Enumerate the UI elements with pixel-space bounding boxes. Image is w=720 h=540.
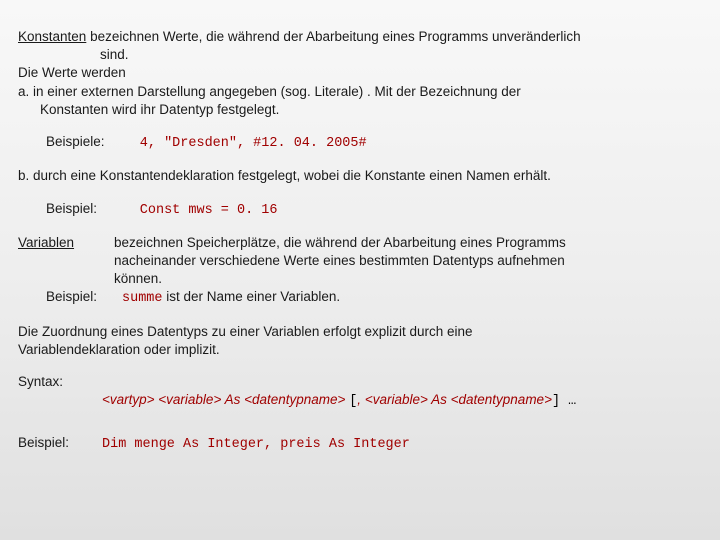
beispiel1-row: Beispiel: Const mws = 0. 16 <box>18 200 702 220</box>
beispiele-code: 4, "Dresden", #12. 04. 2005# <box>132 136 367 151</box>
variablen-desc1: bezeichnen Speicherplätze, die während d… <box>114 234 702 252</box>
syntax-comma: , <box>357 392 365 407</box>
beispiele-row: Beispiele: 4, "Dresden", #12. 04. 2005# <box>18 133 702 153</box>
konstanten-line1: Konstanten bezeichnen Werte, die während… <box>18 28 702 46</box>
variablen-ex-code: summe <box>114 291 163 306</box>
variablen-beispiel-label: Beispiel: <box>46 289 97 304</box>
konstanten-line1-cont: sind. <box>18 46 702 64</box>
final-beispiel-row: Beispiel: Dim menge As Integer, preis As… <box>18 434 702 454</box>
final-beispiel-code: Dim menge As Integer, preis As Integer <box>102 437 410 452</box>
beispiel1-label: Beispiel: <box>46 200 128 218</box>
konstanten-b-line: b. durch eine Konstantendeklaration fest… <box>18 167 702 185</box>
variablen-ex-rest: ist der Name einer Variablen. <box>163 289 341 304</box>
variablen-desc2: nacheinander verschiedene Werte eines be… <box>114 252 702 270</box>
variablen-heading: Variablen <box>18 235 74 250</box>
syntax-p2: <datentypname> <box>244 392 349 407</box>
syntax-as1: As <box>221 392 244 407</box>
konstanten-line1-rest: bezeichnen Werte, die während der Abarbe… <box>86 29 580 44</box>
variablen-desc3: können. <box>114 270 702 288</box>
syntax-label: Syntax: <box>18 373 702 391</box>
syntax-p3: <variable> <box>365 392 428 407</box>
assign-line2: Variablendeklaration oder implizit. <box>18 341 702 359</box>
syntax-line: <vartyp> <variable> As <datentypname> [,… <box>18 391 702 411</box>
assign-line1: Die Zuordnung eines Datentyps zu einer V… <box>18 323 702 341</box>
syntax-br2: ] … <box>552 394 576 409</box>
beispiele-label: Beispiele: <box>46 133 128 151</box>
beispiel1-code: Const mws = 0. 16 <box>132 203 278 218</box>
syntax-p1: <vartyp> <variable> <box>102 392 221 407</box>
konstanten-line2: Die Werte werden <box>18 64 702 82</box>
konstanten-a-line1: a. in einer externen Darstellung angegeb… <box>18 83 702 101</box>
variablen-beispiel-row: Beispiel: summe ist der Name einer Varia… <box>18 288 702 308</box>
variablen-block: Variablen bezeichnen Speicherplätze, die… <box>18 234 702 289</box>
final-beispiel-label: Beispiel: <box>18 435 69 450</box>
konstanten-a-line2: Konstanten wird ihr Datentyp festgelegt. <box>18 101 702 119</box>
syntax-p4: <datentypname> <box>451 392 552 407</box>
konstanten-heading: Konstanten <box>18 29 86 44</box>
syntax-as2: As <box>428 392 451 407</box>
document-page: Konstanten bezeichnen Werte, die während… <box>0 0 720 464</box>
